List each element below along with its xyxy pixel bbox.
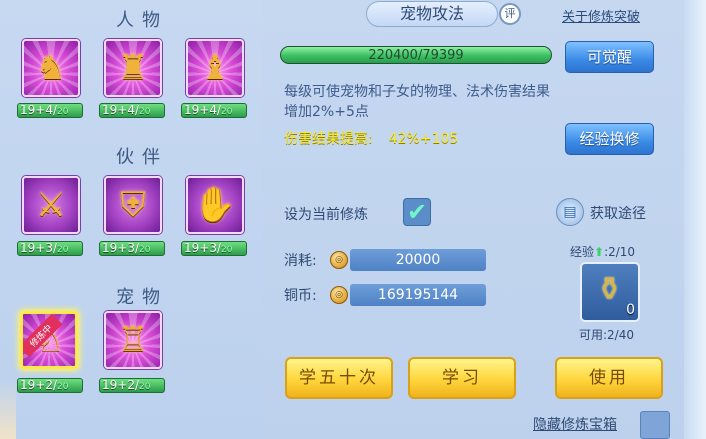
- consume-label: 消耗:: [284, 253, 317, 269]
- level-label: 19+3/20: [181, 241, 247, 256]
- partner-sword-lion-icon: ⚔: [35, 185, 67, 225]
- available-count: 可用:2/40: [579, 328, 634, 342]
- pet-lion-shield-icon: ♖: [117, 320, 149, 360]
- partner-card-2[interactable]: ⛨: [104, 176, 162, 234]
- hidden-treasure-box-link[interactable]: 隐藏修炼宝箱: [533, 414, 617, 434]
- coin-icon: ◎: [330, 251, 348, 269]
- up-arrow-icon: ⬆: [594, 245, 605, 259]
- section-title-partner: 伙伴: [116, 147, 168, 168]
- awaken-button[interactable]: 可觉醒: [565, 41, 654, 73]
- partner-card-1[interactable]: ⚔: [22, 176, 80, 234]
- training-progress-bar: 220400/79399: [280, 46, 552, 64]
- level-label: 19+2/20: [99, 378, 165, 393]
- copper-label: 铜币:: [284, 288, 317, 304]
- exp-exchange-button[interactable]: 经验换修: [565, 123, 654, 155]
- golden-character-icon: ♞: [35, 48, 67, 88]
- level-label: 19+3/20: [17, 241, 83, 256]
- exp-item-slot[interactable]: ⚱ 0: [580, 262, 640, 322]
- pet-card-1[interactable]: ♘ 修炼中: [20, 311, 78, 369]
- learn-fifty-button[interactable]: 学五十次: [285, 357, 393, 399]
- level-label: 19+3/20: [99, 241, 165, 256]
- level-label: 19+4/20: [99, 103, 165, 118]
- book-icon: ▤: [556, 198, 584, 226]
- section-title-pet: 宠物: [116, 287, 168, 308]
- hidden-box-slot[interactable]: [640, 411, 670, 439]
- get-way-label: 获取途径: [590, 206, 646, 222]
- consume-value: 20000: [350, 249, 486, 271]
- partner-shield-lion-icon: ⛨: [120, 185, 146, 225]
- set-current-checkbox[interactable]: ✔: [403, 198, 431, 226]
- tab-title[interactable]: 宠物攻法: [366, 1, 498, 27]
- golden-character-shield-icon: ♜: [117, 48, 149, 88]
- level-label: 19+4/20: [181, 103, 247, 118]
- character-card-3[interactable]: ♝: [186, 39, 244, 97]
- review-icon[interactable]: 评: [499, 3, 521, 25]
- partner-card-3[interactable]: ✋: [186, 176, 244, 234]
- vase-icon: ⚱: [596, 270, 623, 308]
- character-card-1[interactable]: ♞: [22, 39, 80, 97]
- golden-character-armor-icon: ♝: [199, 48, 231, 88]
- learn-button[interactable]: 学习: [408, 357, 516, 399]
- right-edge-decoration: [684, 0, 706, 439]
- effect-line: 伤害结果提高: 42%+105: [284, 131, 459, 147]
- description-text: 每级可使宠物和子女的物理、法术伤害结果增加2%+5点: [284, 84, 550, 120]
- partner-claw-lion-icon: ✋: [193, 185, 237, 225]
- set-current-label: 设为当前修炼: [284, 207, 368, 223]
- flower-decoration: [0, 379, 16, 439]
- level-label: 19+4/20: [17, 103, 83, 118]
- use-button[interactable]: 使用: [555, 357, 663, 399]
- coin-icon: ◎: [330, 286, 348, 304]
- character-card-2[interactable]: ♜: [104, 39, 162, 97]
- progress-text: 220400/79399: [368, 48, 464, 63]
- copper-value: 169195144: [350, 284, 486, 306]
- section-title-character: 人物: [116, 10, 168, 31]
- exp-count: 经验⬆:2/10: [570, 245, 636, 259]
- level-label: 19+2/20: [17, 378, 83, 393]
- item-quantity: 0: [626, 302, 635, 318]
- about-breakthrough-link[interactable]: 关于修炼突破: [562, 6, 640, 25]
- pet-card-2[interactable]: ♖: [104, 311, 162, 369]
